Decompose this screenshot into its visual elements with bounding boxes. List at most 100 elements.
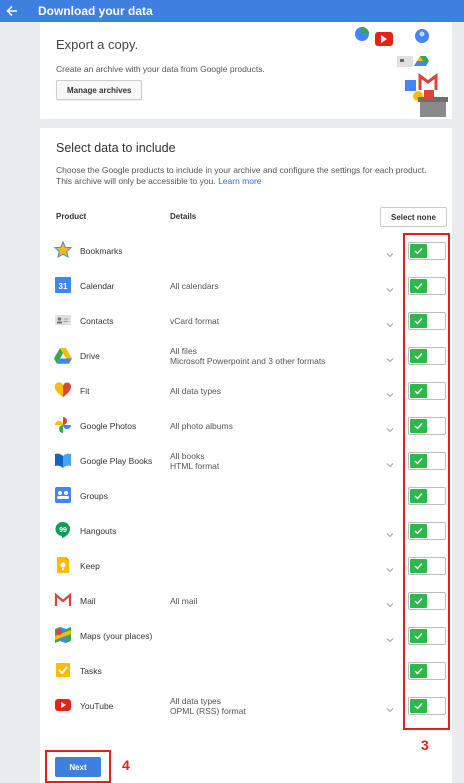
product-name: Drive xyxy=(80,350,100,361)
maps-your-places-icon xyxy=(54,626,72,644)
product-name: YouTube xyxy=(80,700,114,711)
column-header-product: Product xyxy=(56,212,87,221)
check-icon xyxy=(410,349,427,363)
check-icon xyxy=(410,384,427,398)
check-icon xyxy=(410,244,427,258)
manage-archives-button[interactable]: Manage archives xyxy=(56,80,143,100)
product-name: Keep xyxy=(80,560,100,571)
chevron-down-icon[interactable] xyxy=(386,281,394,293)
keep-icon xyxy=(54,556,72,574)
chevron-down-icon[interactable] xyxy=(386,421,394,433)
table-row: Contacts vCard format xyxy=(40,303,452,338)
include-toggle[interactable] xyxy=(408,417,446,435)
include-toggle[interactable] xyxy=(408,347,446,365)
product-detail-line: All books xyxy=(170,450,205,461)
product-name: Google Play Books xyxy=(80,455,153,466)
youtube-icon xyxy=(54,696,72,714)
include-toggle[interactable] xyxy=(408,627,446,645)
include-toggle[interactable] xyxy=(408,522,446,540)
chevron-down-icon[interactable] xyxy=(386,386,394,398)
include-toggle[interactable] xyxy=(408,277,446,295)
export-title: Export a copy. xyxy=(56,37,139,52)
column-header-details: Details xyxy=(170,212,197,221)
table-row: Fit All data types xyxy=(40,373,452,408)
google-photos-icon xyxy=(54,416,72,434)
include-toggle[interactable] xyxy=(408,697,446,715)
include-toggle[interactable] xyxy=(408,557,446,575)
calendar-icon: 31 xyxy=(54,276,72,294)
include-toggle[interactable] xyxy=(408,242,446,260)
chevron-down-icon[interactable] xyxy=(386,631,394,643)
product-details: All books HTML format xyxy=(170,443,219,478)
product-details: All data types OPML (RSS) format xyxy=(170,688,246,723)
product-detail-line: All files xyxy=(170,345,197,356)
chevron-down-icon[interactable] xyxy=(386,246,394,258)
product-detail-line: All calendars xyxy=(170,280,219,291)
product-name: Groups xyxy=(80,490,108,501)
product-name: Fit xyxy=(80,385,90,396)
export-card: Export a copy. Create an archive with yo… xyxy=(40,22,452,119)
product-name: Bookmarks xyxy=(80,245,123,256)
include-toggle[interactable] xyxy=(408,312,446,330)
chevron-down-icon[interactable] xyxy=(386,701,394,713)
table-row: Tasks xyxy=(40,653,452,688)
include-toggle[interactable] xyxy=(408,592,446,610)
select-description: Choose the Google products to include in… xyxy=(56,165,427,186)
check-icon xyxy=(410,699,427,713)
chevron-down-icon[interactable] xyxy=(386,351,394,363)
svg-text:31: 31 xyxy=(59,282,68,291)
table-row: Drive All files Microsoft Powerpoint and 3… xyxy=(40,338,452,373)
bookmarks-icon xyxy=(53,240,73,259)
contacts-icon xyxy=(54,311,72,329)
product-detail-line: All data types xyxy=(170,695,222,706)
chevron-down-icon[interactable] xyxy=(386,596,394,608)
check-icon xyxy=(410,629,427,643)
check-icon xyxy=(410,454,427,468)
next-button[interactable]: Next xyxy=(55,757,101,777)
check-icon xyxy=(410,279,427,293)
table-row: Mail All mail xyxy=(40,583,452,618)
product-name: Maps (your places) xyxy=(80,630,153,641)
product-name: Google Photos xyxy=(80,420,137,431)
hangouts-icon: 99 xyxy=(54,521,72,539)
back-arrow-icon[interactable] xyxy=(0,0,24,22)
product-details: vCard format xyxy=(170,303,219,338)
check-icon xyxy=(410,524,427,538)
product-detail-line: All data types xyxy=(170,385,222,396)
product-name: Contacts xyxy=(80,315,114,326)
chevron-down-icon[interactable] xyxy=(386,526,394,538)
check-icon xyxy=(410,314,427,328)
products-illustration-icon xyxy=(355,27,448,117)
table-row: 31 Calendar All calendars xyxy=(40,268,452,303)
include-toggle[interactable] xyxy=(408,487,446,505)
check-icon xyxy=(410,489,427,503)
check-icon xyxy=(410,664,427,678)
export-description: Create an archive with your data from Go… xyxy=(56,64,265,74)
product-detail-line: All photo albums xyxy=(170,420,233,431)
product-name: Tasks xyxy=(80,665,102,676)
table-row: Keep xyxy=(40,548,452,583)
select-title: Select data to include xyxy=(56,141,176,155)
table-row: Google Play Books All books HTML format xyxy=(40,443,452,478)
select-none-button[interactable]: Select none xyxy=(380,207,447,227)
product-detail-line: HTML format xyxy=(170,460,220,471)
fit-icon xyxy=(54,381,72,399)
product-detail-line: All mail xyxy=(170,595,198,606)
include-toggle[interactable] xyxy=(408,452,446,470)
product-name: Calendar xyxy=(80,280,115,291)
include-toggle[interactable] xyxy=(408,662,446,680)
groups-icon xyxy=(54,486,72,504)
chevron-down-icon[interactable] xyxy=(386,316,394,328)
include-toggle[interactable] xyxy=(408,382,446,400)
learn-more-link[interactable]: Learn more xyxy=(218,176,261,186)
check-icon xyxy=(410,559,427,573)
product-details: All files Microsoft Powerpoint and 3 othe… xyxy=(170,338,325,373)
chevron-down-icon[interactable] xyxy=(386,561,394,573)
check-icon xyxy=(410,419,427,433)
annotation-label-3: 3 xyxy=(421,737,429,753)
table-row: Groups xyxy=(40,478,452,513)
table-row: Bookmarks xyxy=(40,233,452,268)
product-details: All calendars xyxy=(170,268,219,303)
chevron-down-icon[interactable] xyxy=(386,456,394,468)
product-detail-line: vCard format xyxy=(170,315,220,326)
